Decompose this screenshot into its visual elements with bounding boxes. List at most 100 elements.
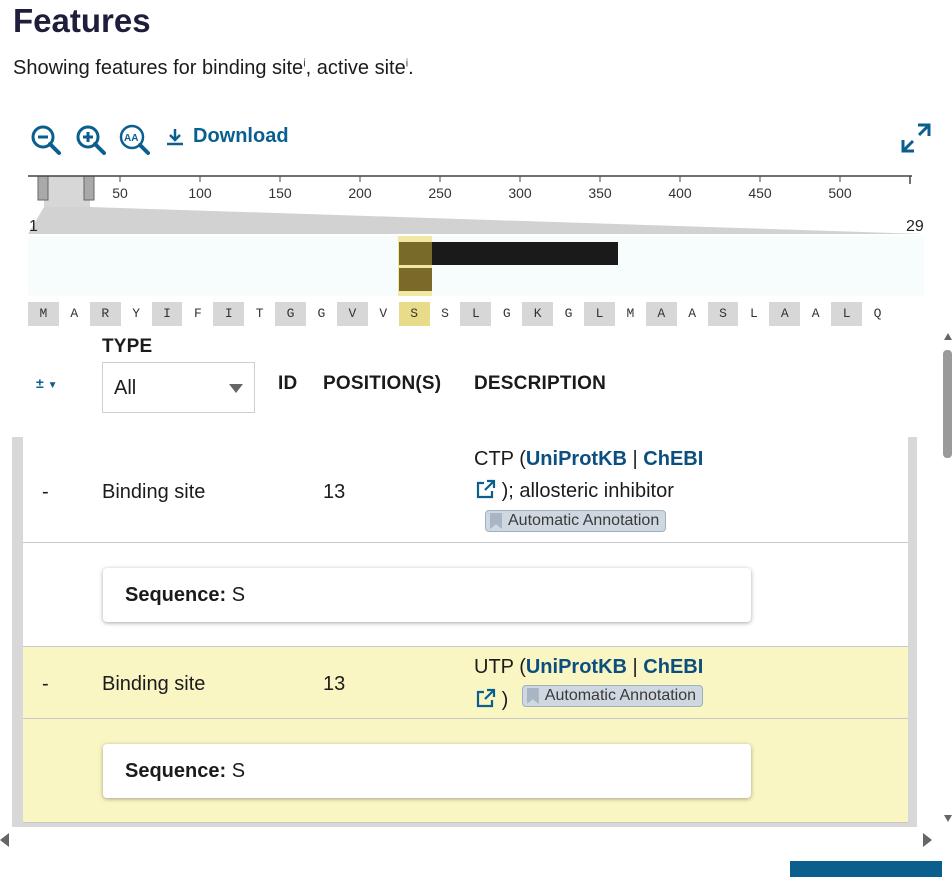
brush-handle-right[interactable]	[83, 175, 95, 201]
feature-position: 13	[323, 481, 346, 503]
scroll-down-arrow[interactable]	[944, 815, 952, 822]
scroll-up-arrow[interactable]	[944, 333, 952, 340]
brush-window[interactable]	[44, 176, 90, 207]
row-expander[interactable]: -	[42, 673, 49, 696]
sequence-label: Sequence:	[125, 760, 227, 782]
sequence-residue[interactable]: L	[738, 302, 769, 326]
feature-bar[interactable]	[432, 242, 618, 265]
sequence-residue[interactable]: L	[460, 302, 492, 326]
sequence-residue[interactable]: M	[28, 302, 59, 326]
sequence-residue[interactable]: S	[707, 302, 739, 326]
ruler-tick-label: 200	[348, 185, 372, 201]
sequence-residue[interactable]: S	[398, 302, 430, 326]
external-link-icon[interactable]	[476, 688, 496, 708]
sequence-residue[interactable]: G	[306, 302, 337, 326]
badge-label: Automatic Annotation	[508, 512, 660, 529]
sequence-residue[interactable]: G	[275, 302, 307, 326]
subtitle-prefix: Showing features for	[13, 57, 202, 79]
evidence-badge[interactable]: Automatic Annotation	[521, 685, 704, 707]
header-positions[interactable]: POSITION(S)	[323, 373, 441, 395]
chevron-down-icon	[229, 384, 243, 393]
feature-position: 13	[323, 673, 346, 695]
ligand-name: UTP (	[474, 656, 526, 678]
scroll-left-arrow[interactable]	[0, 833, 9, 847]
chebi-link[interactable]: ChEBI	[643, 656, 703, 678]
sequence-residue[interactable]: V	[336, 302, 368, 326]
sequence-card: Sequence: S	[103, 744, 751, 798]
feature-description: CTP (UniProtKB | ChEBI	[474, 448, 703, 471]
sequence-residue[interactable]: A	[800, 302, 831, 326]
range-start: 1	[29, 218, 38, 235]
subtitle-sep: ,	[305, 57, 317, 79]
zoom-out-icon[interactable]	[28, 122, 62, 156]
vertical-scrollbar-thumb[interactable]	[943, 350, 952, 458]
table-row[interactable]: - Binding site 13 CTP (UniProtKB | ChEBI…	[23, 437, 908, 543]
uniprotkb-link[interactable]: UniProtKB	[526, 656, 627, 678]
ruler-tick-label: 250	[428, 185, 452, 201]
page-title: Features	[13, 2, 151, 39]
feature-description-line2: ) Automatic Annotation	[476, 685, 704, 712]
sequence-value: S	[231, 760, 246, 782]
sort-symbol: ±	[36, 375, 44, 391]
description-text: )	[501, 689, 509, 711]
scroll-right-arrow[interactable]	[923, 833, 932, 847]
sequence-residue[interactable]: K	[522, 302, 554, 326]
sequence-residue[interactable]: A	[59, 302, 90, 326]
download-button[interactable]: Download	[165, 125, 289, 148]
sequence-card: Sequence: S	[103, 568, 751, 622]
ruler-tick-label: 500	[828, 185, 852, 201]
sequence-residue[interactable]: G	[553, 302, 584, 326]
ruler-tick-label: 50	[112, 185, 128, 201]
ruler-tick-label: 350	[588, 185, 612, 201]
feature-description: UTP (UniProtKB | ChEBI	[474, 656, 703, 679]
expand-icon[interactable]	[900, 122, 932, 154]
sequence-value: S	[231, 584, 246, 606]
sequence-residue[interactable]: R	[89, 302, 121, 326]
row-expander[interactable]: -	[42, 481, 49, 504]
link-separator: |	[626, 448, 644, 470]
description-text: ); allosteric inhibitor	[501, 480, 674, 502]
link-separator: |	[626, 656, 644, 678]
sequence-residue[interactable]: I	[213, 302, 245, 326]
sequence-residue[interactable]: V	[368, 302, 399, 326]
evidence-badge[interactable]: Automatic Annotation	[485, 510, 667, 534]
bottom-action-button[interactable]	[790, 861, 942, 877]
header-description[interactable]: DESCRIPTION	[474, 373, 606, 395]
feature-type: Binding site	[102, 673, 206, 695]
subtitle-suffix: .	[408, 57, 414, 79]
type-filter-select[interactable]: All	[102, 362, 255, 413]
external-link-icon[interactable]	[476, 479, 496, 499]
filter-active-site[interactable]: active site	[317, 57, 406, 79]
uniprotkb-link[interactable]: UniProtKB	[526, 448, 627, 470]
download-icon	[167, 128, 183, 145]
header-id[interactable]: ID	[278, 373, 297, 395]
table-body: - Binding site 13 CTP (UniProtKB | ChEBI…	[12, 437, 917, 827]
zoom-in-icon[interactable]	[73, 122, 107, 156]
sequence-residue[interactable]: Q	[862, 302, 893, 326]
sequence-residue[interactable]: F	[182, 302, 213, 326]
feature-binding-site[interactable]	[399, 242, 432, 265]
sequence-residue[interactable]: L	[831, 302, 863, 326]
zoom-projection	[28, 207, 924, 234]
brush-handle-left[interactable]	[37, 175, 49, 201]
sequence-residue[interactable]: A	[677, 302, 708, 326]
sequence-residue[interactable]: I	[151, 302, 183, 326]
sequence-residue[interactable]: T	[244, 302, 275, 326]
feature-description-line2: ); allosteric inhibitor	[476, 479, 674, 503]
sequence-residue[interactable]: G	[491, 302, 522, 326]
table-row[interactable]: - Binding site 13 UTP (UniProtKB | ChEBI…	[23, 647, 908, 719]
sort-control[interactable]: ± ▼	[36, 375, 57, 391]
sequence-residue[interactable]: M	[615, 302, 646, 326]
sequence-residue[interactable]: S	[430, 302, 461, 326]
chebi-link[interactable]: ChEBI	[643, 448, 703, 470]
feature-track[interactable]	[28, 236, 924, 296]
sequence-residue[interactable]: A	[645, 302, 677, 326]
navigation-ruler[interactable]: 50 100 150 200 250 300 350 400 450 500 1 29	[0, 170, 952, 240]
feature-binding-site[interactable]	[399, 268, 432, 291]
text-size-icon[interactable]: AA	[117, 122, 151, 156]
filter-binding-site[interactable]: binding site	[202, 57, 303, 79]
sequence-residue[interactable]: Y	[121, 302, 152, 326]
header-type: TYPE	[102, 336, 153, 357]
sequence-residue[interactable]: L	[584, 302, 615, 326]
sequence-residue[interactable]: A	[769, 302, 801, 326]
